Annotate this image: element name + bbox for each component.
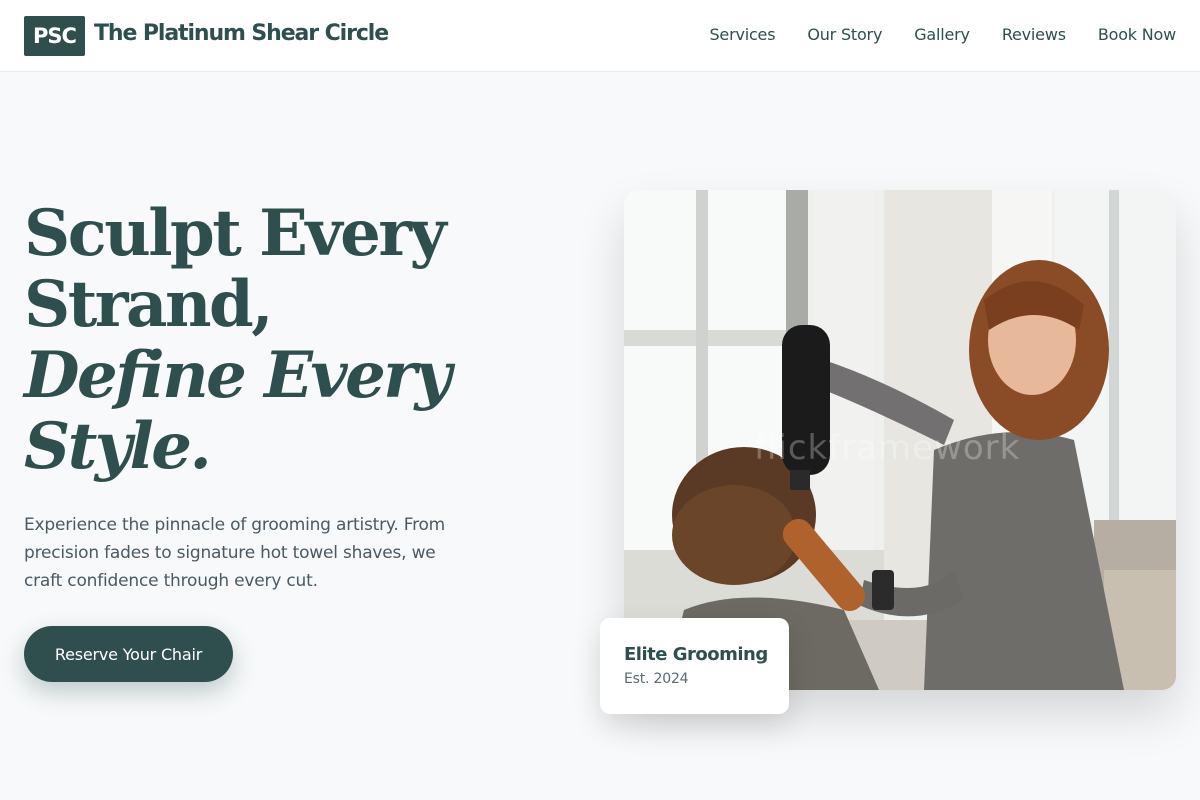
image-watermark: flickframework (754, 428, 1021, 468)
headline-line-2: Strand, (24, 267, 274, 342)
nav-link-book-now[interactable]: Book Now (1098, 25, 1176, 44)
hero-salon-photo: flickframework (624, 190, 1176, 690)
headline-line-3: Define Every (24, 338, 452, 413)
nav-link-gallery[interactable]: Gallery (914, 25, 970, 44)
site-header: PSC The Platinum Shear Circle Services O… (0, 0, 1200, 72)
headline-line-1: Sculpt Every (24, 196, 447, 271)
nav-link-our-story[interactable]: Our Story (807, 25, 882, 44)
reserve-chair-button[interactable]: Reserve Your Chair (24, 626, 233, 682)
nav-link-services[interactable]: Services (709, 25, 775, 44)
headline-line-4: Style. (24, 409, 212, 484)
nav-link-reviews[interactable]: Reviews (1002, 25, 1066, 44)
logo-badge[interactable]: PSC (24, 16, 85, 56)
main-nav: Services Our Story Gallery Reviews Book … (709, 25, 1176, 44)
hero-description: Experience the pinnacle of grooming arti… (24, 515, 446, 591)
badge-subtitle: Est. 2024 (624, 671, 689, 687)
badge-title: Elite Grooming (624, 644, 768, 665)
hero-headline: Sculpt Every Strand, Define Every Style. (24, 198, 544, 482)
brand-name[interactable]: The Platinum Shear Circle (94, 21, 389, 46)
elite-grooming-card: Elite Grooming Est. 2024 (600, 618, 789, 714)
